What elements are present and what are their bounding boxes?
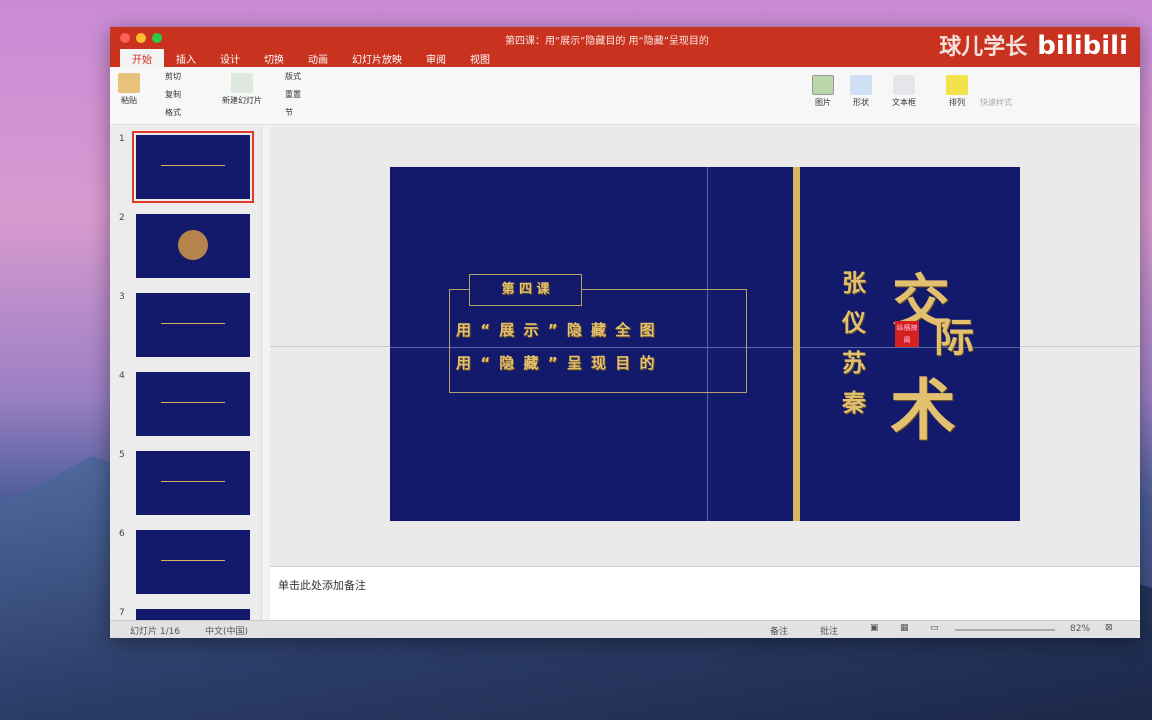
picture-button[interactable]: 图片 [812,75,834,108]
slide-counter: 幻灯片 1/16 [130,627,181,637]
new-slide-icon [231,73,253,93]
thumb-number: 5 [119,450,125,460]
language-indicator[interactable]: 中文(中国) [205,624,248,637]
tab-design[interactable]: 设计 [208,49,252,67]
thumb-number: 7 [119,608,125,618]
textbox-icon [893,75,915,95]
slideshow-icon[interactable]: ▭ [930,623,939,633]
layout-button[interactable]: 版式 [285,71,301,82]
close-button[interactable] [120,33,130,43]
window-title: 第四课：用“展示”隐藏目的 用“隐藏”呈现目的 [505,36,709,47]
new-slide-label: 新建幻灯片 [222,96,262,105]
title-char-2: 际 [934,315,974,361]
powerpoint-window: 第四课：用“展示”隐藏目的 用“隐藏”呈现目的 球儿学长 bilibili 开始 … [110,27,1140,638]
arrange-button[interactable]: 排列 [946,75,968,108]
picture-icon [812,75,834,95]
thumb-number: 3 [119,292,125,302]
watermark: 球儿学长 bilibili [939,31,1128,61]
format-painter-button[interactable]: 格式 [165,107,181,118]
shape-icon [850,75,872,95]
paste-button[interactable]: 粘贴 [118,73,140,106]
arrange-label: 排列 [949,98,965,107]
thumb-number: 2 [119,213,125,223]
quick-styles-button[interactable]: 快速样式 [980,97,1012,108]
title-char-3: 术 [890,372,956,449]
current-slide[interactable]: 第 四 课 用 “ 展 示 ” 隐 藏 全 图 用 “ 隐 藏 ” 呈 现 目 … [390,167,1020,521]
ribbon: 粘贴 剪切 复制 格式 新建幻灯片 版式 重置 节 图片 形状 文本框 排列 快… [110,67,1140,125]
thumb-number: 4 [119,371,125,381]
normal-view-icon[interactable]: ▣ [870,623,879,633]
thumbnail-5[interactable] [136,451,250,515]
comments-button[interactable]: 批注 [820,624,838,637]
picture-label: 图片 [815,98,831,107]
thumbnail-2[interactable] [136,214,250,278]
paste-label: 粘贴 [121,96,137,105]
tab-transitions[interactable]: 切换 [252,49,296,67]
tab-review[interactable]: 审阅 [414,49,458,67]
fit-to-window-icon[interactable]: ⊠ [1105,623,1113,633]
thumb-number: 1 [119,134,125,144]
thumbnail-1[interactable] [132,131,254,203]
slide-sorter-icon[interactable]: ▦ [900,623,909,633]
zoom-level[interactable]: 82% [1070,624,1090,634]
slide-thumbnails[interactable]: 1 2 3 4 5 6 7 [110,126,262,621]
thumb-number: 6 [119,529,125,539]
notes-placeholder: 单击此处添加备注 [278,579,366,592]
title-bar: 第四课：用“展示”隐藏目的 用“隐藏”呈现目的 球儿学长 bilibili [110,27,1140,61]
textbox-button[interactable]: 文本框 [892,75,916,108]
notes-pane[interactable]: 单击此处添加备注 [270,566,1140,620]
notes-button[interactable]: 备注 [770,624,788,637]
slide-editor[interactable]: 第 四 课 用 “ 展 示 ” 隐 藏 全 图 用 “ 隐 藏 ” 呈 现 目 … [270,126,1140,566]
reset-button[interactable]: 重置 [285,89,301,100]
shape-label: 形状 [853,98,869,107]
slide-line-2: 用 “ 隐 藏 ” 呈 现 目 的 [456,354,657,372]
section-button[interactable]: 节 [285,107,293,118]
red-seal: 纵横捭阖 [895,321,919,347]
lesson-label: 第 四 课 [469,274,582,306]
status-bar: 幻灯片 1/16 中文(中国) 备注 批注 ▣ ▦ ▭ 82% ⊠ [110,620,1140,638]
copy-button[interactable]: 复制 [165,89,181,100]
new-slide-button[interactable]: 新建幻灯片 [222,73,262,106]
tab-animations[interactable]: 动画 [296,49,340,67]
arrange-icon [946,75,968,95]
zoom-button[interactable] [152,33,162,43]
gold-divider [793,167,800,521]
zoom-slider[interactable] [955,629,1055,631]
tab-slideshow[interactable]: 幻灯片放映 [340,49,414,67]
minimize-button[interactable] [136,33,146,43]
names-text: 张仪苏秦 [842,268,866,417]
tab-home[interactable]: 开始 [120,49,164,67]
thumbnail-4[interactable] [136,372,250,436]
thumbnail-3[interactable] [136,293,250,357]
thumbnail-6[interactable] [136,530,250,594]
tab-view[interactable]: 视图 [458,49,502,67]
textbox-label: 文本框 [892,98,916,107]
clipboard-icon [118,73,140,93]
shape-button[interactable]: 形状 [850,75,872,108]
cut-button[interactable]: 剪切 [165,71,181,82]
tab-insert[interactable]: 插入 [164,49,208,67]
slide-line-1: 用 “ 展 示 ” 隐 藏 全 图 [456,321,657,339]
